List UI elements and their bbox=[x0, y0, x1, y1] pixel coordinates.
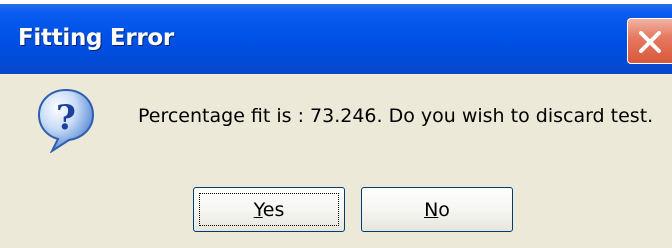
title-bar[interactable]: Fitting Error bbox=[0, 4, 672, 74]
question-icon: ? bbox=[37, 88, 95, 153]
close-button[interactable] bbox=[627, 18, 672, 64]
yes-button[interactable]: Yes bbox=[193, 187, 345, 232]
no-button[interactable]: No bbox=[361, 187, 513, 232]
no-button-label: No bbox=[424, 198, 450, 221]
svg-text:?: ? bbox=[56, 98, 76, 138]
dialog-window: Fitting Error ? Percentage fit is : 73.2… bbox=[0, 0, 672, 248]
message-text: Percentage fit is : 73.246. Do you wish … bbox=[138, 105, 654, 127]
dialog-body: ? Percentage fit is : 73.246. Do you wis… bbox=[0, 74, 672, 248]
focus-rectangle bbox=[199, 193, 339, 226]
dialog-title: Fitting Error bbox=[18, 25, 174, 51]
close-icon bbox=[639, 31, 661, 53]
